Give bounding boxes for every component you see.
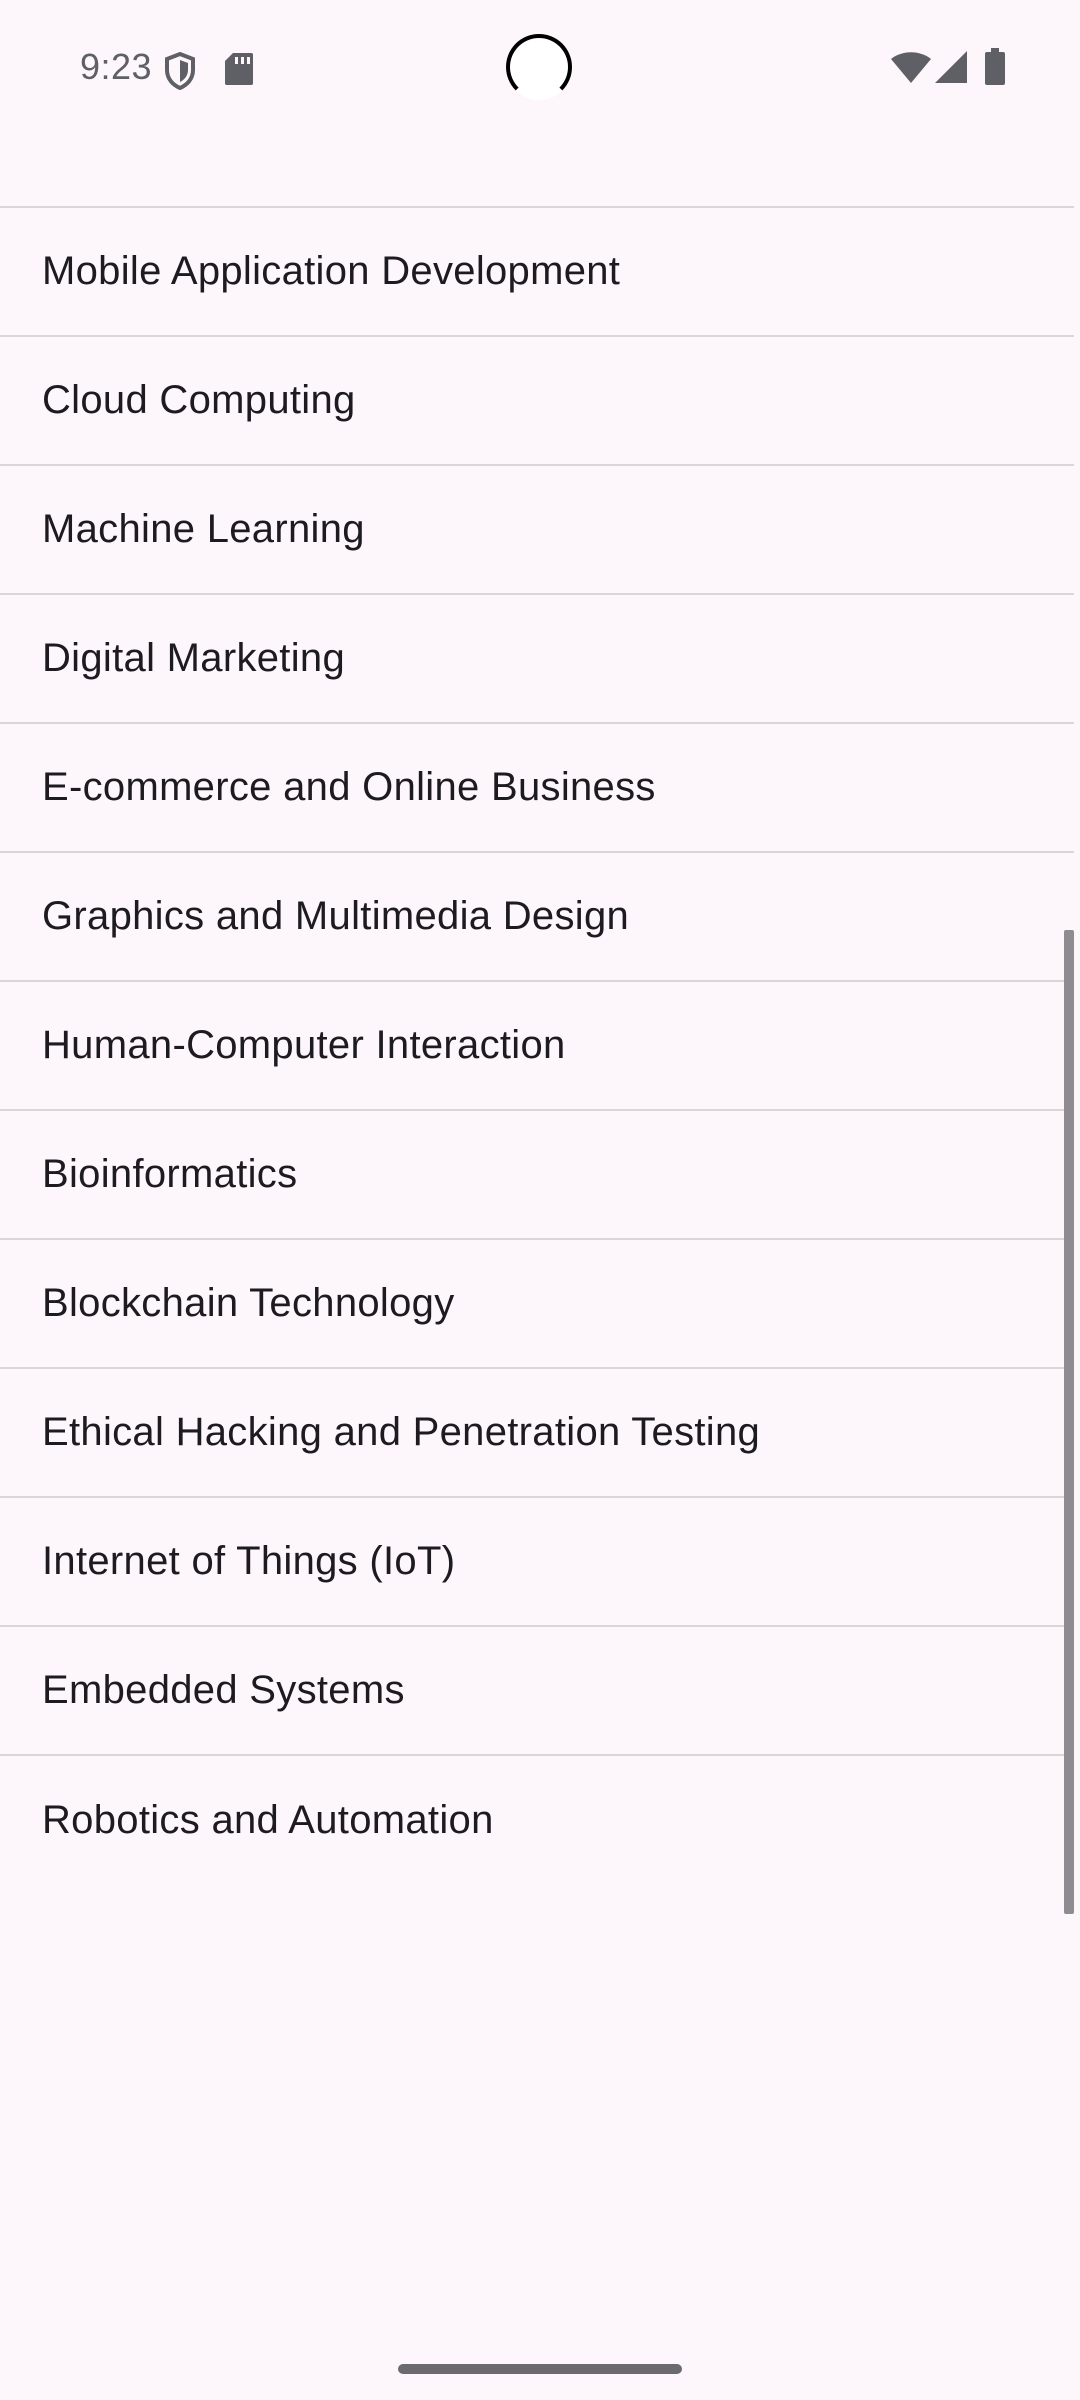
screen: 9:23 Mobile Application Development Clou… xyxy=(0,0,1080,2400)
list-item-label: Human-Computer Interaction xyxy=(42,1023,566,1067)
status-time: 9:23 xyxy=(80,46,153,87)
shield-icon xyxy=(164,51,196,95)
list-item[interactable]: Blockchain Technology xyxy=(0,1240,1074,1369)
scrollbar-thumb[interactable] xyxy=(1064,930,1074,1914)
list-item[interactable]: Embedded Systems xyxy=(0,1627,1074,1756)
list-item[interactable]: Mobile Application Development xyxy=(0,208,1074,337)
camera-cutout xyxy=(506,34,572,100)
list-item[interactable]: Machine Learning xyxy=(0,466,1074,595)
list-item-label: Digital Marketing xyxy=(42,636,345,680)
list-item-label: Bioinformatics xyxy=(42,1152,298,1196)
list-item-label: Ethical Hacking and Penetration Testing xyxy=(42,1410,761,1454)
sd-card-icon xyxy=(224,52,254,91)
list-item[interactable]: Digital Marketing xyxy=(0,595,1074,724)
list-item[interactable]: E-commerce and Online Business xyxy=(0,724,1074,853)
home-indicator[interactable] xyxy=(398,2364,682,2374)
battery-icon xyxy=(984,48,1006,91)
cellular-signal-icon xyxy=(934,50,968,89)
list-item[interactable]: Graphics and Multimedia Design xyxy=(0,853,1074,982)
list-item-label: Mobile Application Development xyxy=(42,249,621,293)
list-item-label: Internet of Things (IoT) xyxy=(42,1539,456,1583)
list-item-label: Cloud Computing xyxy=(42,378,356,422)
list-item[interactable]: Ethical Hacking and Penetration Testing xyxy=(0,1369,1074,1498)
list-item-label: Blockchain Technology xyxy=(42,1281,455,1325)
list-item[interactable]: Internet of Things (IoT) xyxy=(0,1498,1074,1627)
list-item[interactable]: Cloud Computing xyxy=(0,337,1074,466)
topic-list[interactable]: Mobile Application Development Cloud Com… xyxy=(0,206,1074,1885)
wifi-icon xyxy=(890,52,932,89)
list-item-label: Robotics and Automation xyxy=(42,1798,494,1842)
list-item[interactable]: Robotics and Automation xyxy=(0,1756,1074,1885)
list-item[interactable]: Bioinformatics xyxy=(0,1111,1074,1240)
list-item-label: Machine Learning xyxy=(42,507,365,551)
status-bar: 9:23 xyxy=(0,0,1080,136)
list-item[interactable]: Human-Computer Interaction xyxy=(0,982,1074,1111)
list-item-label: Graphics and Multimedia Design xyxy=(42,894,630,938)
list-item-label: E-commerce and Online Business xyxy=(42,765,656,809)
list-item-label: Embedded Systems xyxy=(42,1668,405,1712)
